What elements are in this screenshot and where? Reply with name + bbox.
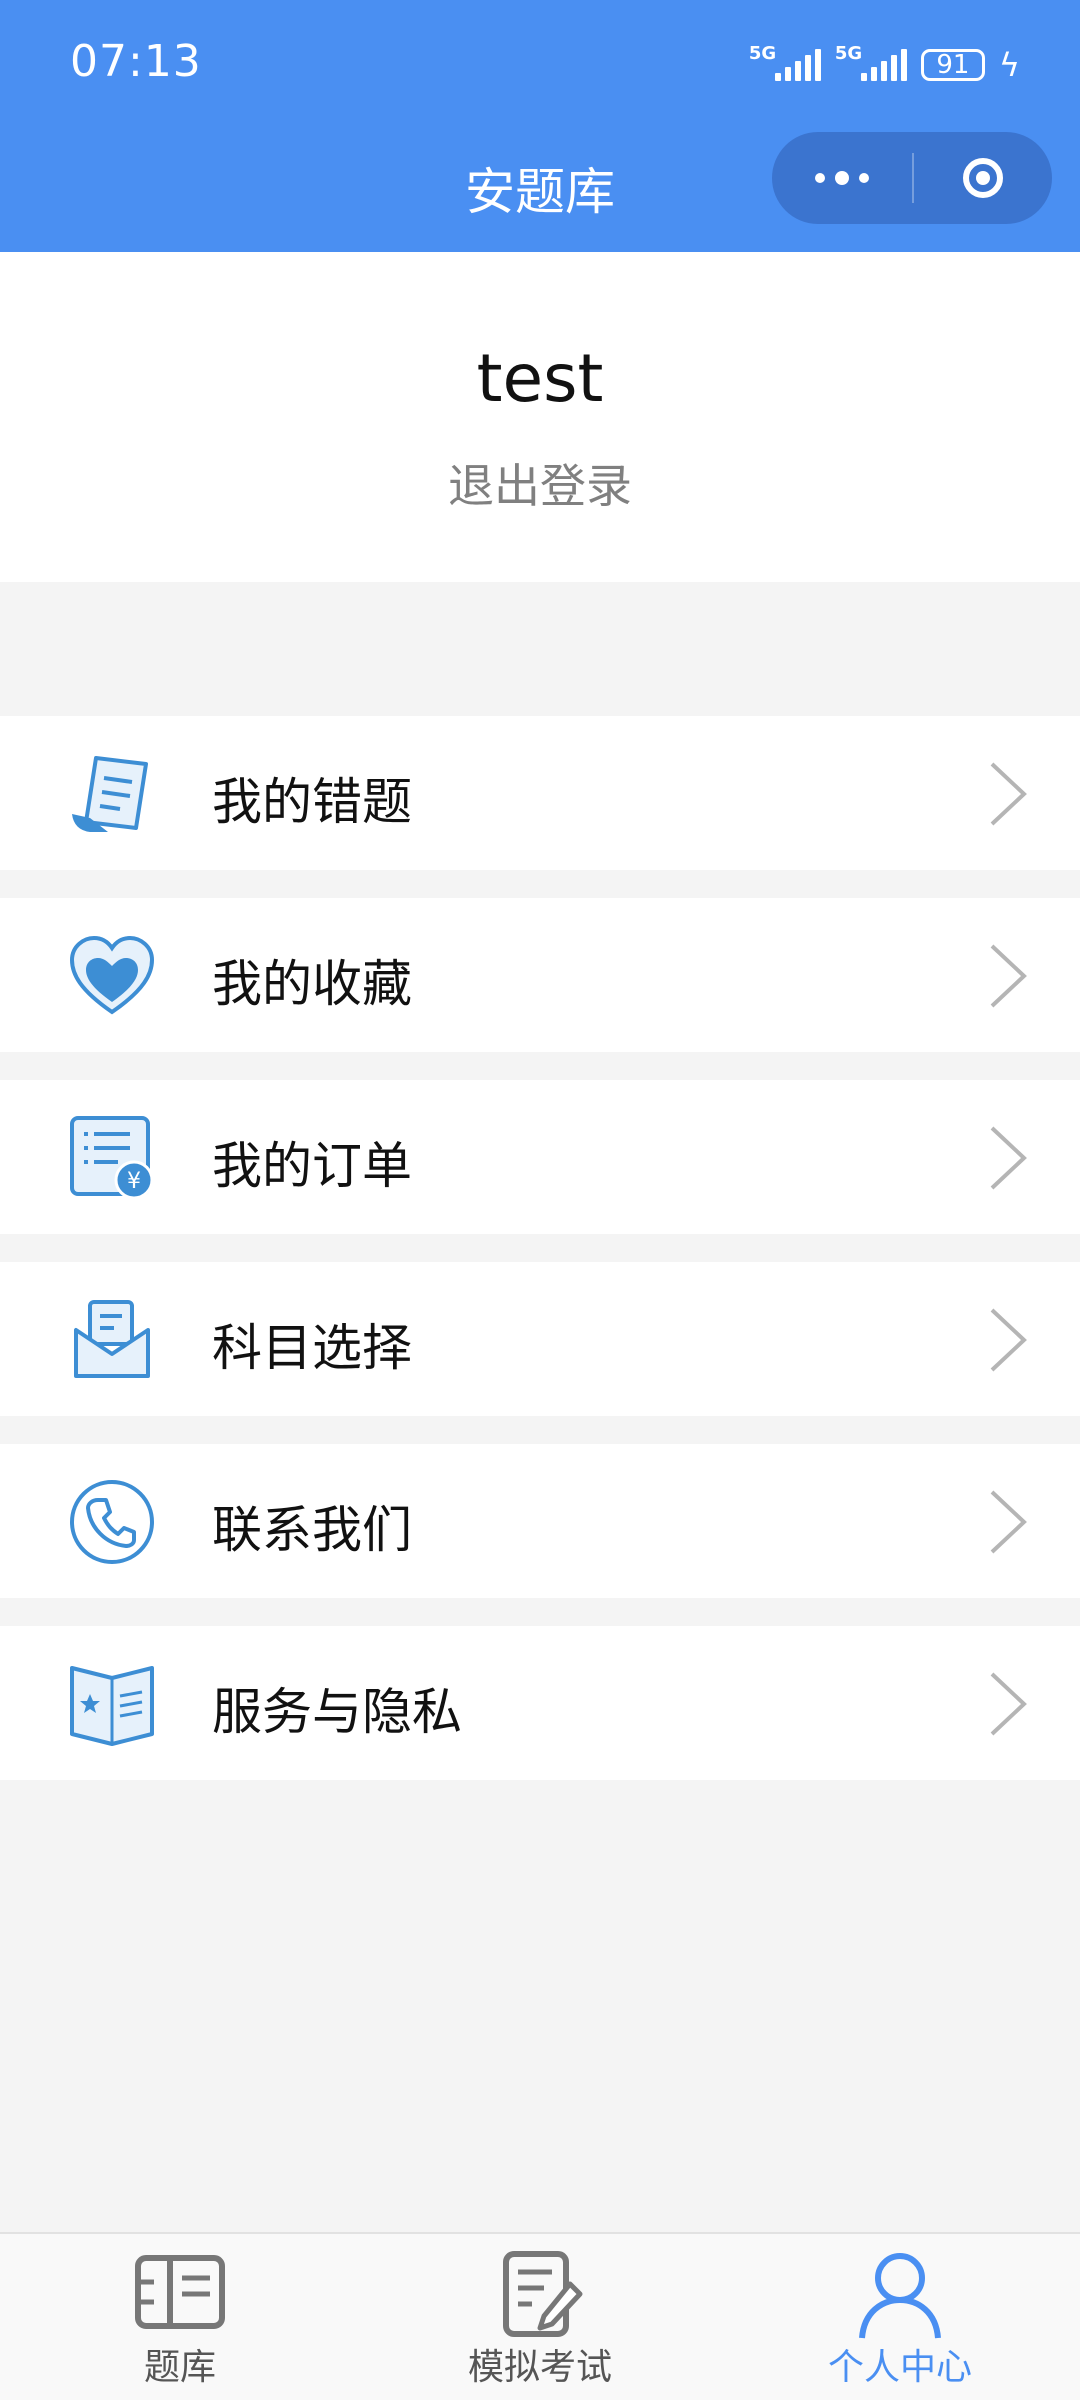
- profile-card: test 退出登录: [0, 252, 1080, 582]
- battery-icon: 91: [920, 49, 985, 81]
- status-bar: 07:13 5G 5G 91 ϟ: [0, 0, 1080, 128]
- menu-label: 联系我们: [212, 1501, 412, 1559]
- chevron-right-icon: [990, 1126, 1027, 1190]
- signal-icon: 5G: [749, 43, 821, 81]
- logout-button[interactable]: 退出登录: [0, 450, 1080, 516]
- more-button[interactable]: [772, 132, 912, 224]
- question-bank-icon: [135, 2255, 225, 2329]
- tab-question-bank[interactable]: 题库: [0, 2234, 360, 2400]
- signal-label: 5G: [834, 43, 863, 64]
- order-icon: ¥: [70, 1116, 154, 1200]
- menu-item-contact[interactable]: 联系我们: [0, 1444, 1080, 1598]
- status-time: 07:13: [70, 36, 202, 87]
- menu-item-wrong-questions[interactable]: 我的错题: [0, 716, 1080, 870]
- chevron-right-icon: [990, 1308, 1027, 1372]
- chevron-right-icon: [990, 944, 1027, 1008]
- tab-bar: 题库 模拟考试 个人中心: [0, 2232, 1080, 2400]
- menu-item-subject[interactable]: 科目选择: [0, 1262, 1080, 1416]
- person-icon: [859, 2253, 941, 2339]
- wrong-questions-icon: [72, 756, 148, 832]
- status-icons: 5G 5G 91 ϟ: [749, 40, 1020, 90]
- heart-icon: [69, 935, 155, 1015]
- chevron-right-icon: [990, 1672, 1027, 1736]
- tab-label: 模拟考试: [467, 2347, 612, 2388]
- menu-label: 我的错题: [212, 773, 412, 831]
- svg-text:¥: ¥: [127, 1169, 141, 1194]
- subject-icon: [74, 1300, 150, 1378]
- menu-label: 我的收藏: [212, 955, 412, 1013]
- phone-icon: [70, 1480, 154, 1564]
- more-icon: [815, 173, 825, 183]
- target-icon: [963, 158, 1003, 198]
- tab-mock-exam[interactable]: 模拟考试: [360, 2234, 720, 2400]
- menu-label: 科目选择: [212, 1319, 412, 1377]
- chevron-right-icon: [990, 762, 1027, 826]
- battery-level: 91: [936, 50, 970, 80]
- signal-icon: 5G: [835, 43, 907, 81]
- chevron-right-icon: [990, 1490, 1027, 1554]
- menu-item-orders[interactable]: ¥ 我的订单: [0, 1080, 1080, 1234]
- exam-icon: [503, 2251, 583, 2337]
- signal-label: 5G: [748, 43, 777, 64]
- mini-program-capsule: [772, 132, 1052, 224]
- book-icon: [70, 1666, 154, 1746]
- tab-personal-center[interactable]: 个人中心: [720, 2234, 1080, 2400]
- menu-item-favorites[interactable]: 我的收藏: [0, 898, 1080, 1052]
- tab-label: 题库: [143, 2347, 216, 2388]
- nav-bar: 安题库: [0, 128, 1080, 252]
- username: test: [476, 340, 604, 417]
- menu-item-privacy[interactable]: 服务与隐私: [0, 1626, 1080, 1780]
- menu-label: 我的订单: [212, 1137, 412, 1195]
- menu-label: 服务与隐私: [212, 1683, 462, 1741]
- close-button[interactable]: [914, 132, 1052, 224]
- charging-icon: ϟ: [998, 46, 1020, 84]
- tab-label: 个人中心: [827, 2347, 972, 2388]
